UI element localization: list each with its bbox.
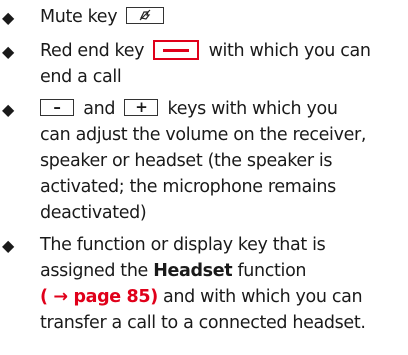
end-call-key-icon — [153, 40, 200, 60]
end-key-after: with which you can — [208, 41, 371, 61]
end-key-text: Red end key — [40, 41, 145, 61]
volume-line3: speaker or headset (the speaker is — [40, 151, 333, 171]
bullet-icon: ◆ — [2, 42, 15, 61]
headset-line1: The function or display key that is — [40, 235, 326, 255]
item-text: Red end key with which you can end a cal… — [40, 38, 408, 90]
mute-key-text: Mute key — [40, 7, 118, 27]
volume-line2: can adjust the volume on the receiver, — [40, 125, 367, 145]
volume-and-text: and — [83, 99, 116, 119]
volume-line5: deactivated) — [40, 203, 147, 223]
item-text: Mute key — [40, 4, 408, 30]
item-text: – and + keys with which you can adjust t… — [40, 96, 408, 226]
headset-line2-before: assigned the — [40, 261, 148, 281]
headset-line3-after: and with which you can — [157, 287, 363, 307]
volume-line4: activated; the microphone remains — [40, 177, 336, 197]
volume-after-text: keys with which you — [167, 99, 338, 119]
headset-line2-after: function — [237, 261, 307, 281]
bullet-icon: ◆ — [2, 236, 15, 255]
headset-line4: transfer a call to a connected headset. — [40, 313, 366, 333]
bullet-icon: ◆ — [2, 8, 15, 27]
mute-key-icon — [126, 6, 165, 24]
end-key-line2: end a call — [40, 67, 122, 87]
item-text: The function or display key that is assi… — [40, 232, 408, 336]
volume-up-key-icon: + — [124, 98, 159, 116]
bullet-icon: ◆ — [2, 100, 15, 119]
volume-down-key-icon: – — [40, 98, 74, 116]
headset-function-name: Headset — [153, 261, 233, 281]
feature-list: ◆ Mute key ◆ Red end key with which you … — [0, 0, 408, 355]
page-reference-link[interactable]: ( → page 85) — [40, 287, 158, 307]
arrow-right-icon: → — [53, 287, 68, 307]
